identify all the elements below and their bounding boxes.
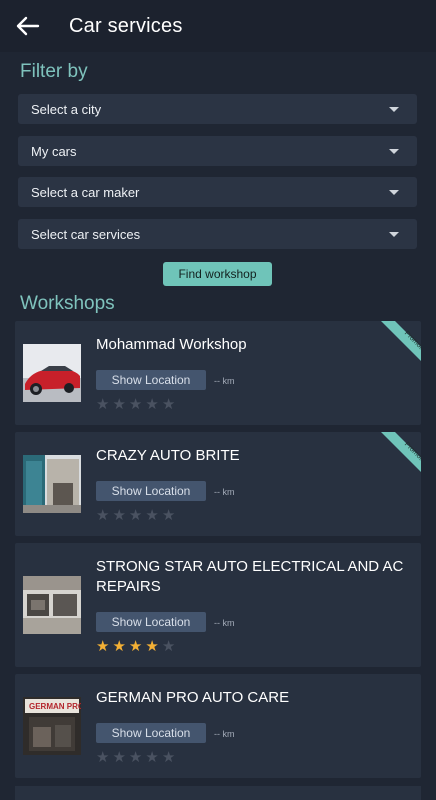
star-icon: ★ bbox=[145, 396, 159, 413]
star-icon: ★ bbox=[161, 749, 176, 766]
workshop-thumbnail bbox=[23, 576, 81, 634]
workshop-card[interactable]: STRONG STAR AUTO ELECTRICAL AND AC REPAI… bbox=[15, 543, 421, 667]
star-icon: ★ bbox=[112, 749, 126, 766]
workshop-card[interactable]: Mohammad Workshop Show Location -- km ★ ★… bbox=[15, 321, 421, 425]
filter-heading: Filter by bbox=[20, 61, 88, 82]
show-location-button[interactable]: Show Location bbox=[96, 723, 206, 743]
distance-text: -- km bbox=[214, 729, 235, 739]
star-icon: ★ bbox=[96, 638, 110, 655]
workshops-heading: Workshops bbox=[20, 293, 115, 314]
workshop-thumbnail bbox=[23, 344, 81, 402]
show-location-button[interactable]: Show Location bbox=[96, 612, 206, 632]
promoted-ribbon: Promoted bbox=[381, 321, 421, 361]
my-cars-select[interactable]: My cars bbox=[18, 136, 417, 166]
workshop-card[interactable]: GERMAN PRO GERMAN PRO AUTO CARE Show Loc… bbox=[15, 674, 421, 778]
star-icon: ★ bbox=[128, 507, 143, 524]
promoted-ribbon: Promoted bbox=[381, 432, 421, 472]
star-icon: ★ bbox=[128, 638, 143, 655]
star-icon: ★ bbox=[128, 396, 143, 413]
show-location-button[interactable]: Show Location bbox=[96, 370, 206, 390]
workshop-name: Mohammad Workshop bbox=[96, 336, 247, 353]
star-icon: ★ bbox=[145, 749, 159, 766]
star-icon: ★ bbox=[145, 638, 159, 655]
my-cars-select-label: My cars bbox=[31, 144, 77, 159]
back-arrow-icon[interactable] bbox=[14, 14, 40, 38]
dropdown-caret-icon bbox=[389, 190, 399, 195]
rating-stars: ★ ★ ★ ★ ★ bbox=[96, 749, 176, 766]
star-icon: ★ bbox=[96, 396, 110, 413]
city-select[interactable]: Select a city bbox=[18, 94, 417, 124]
workshop-name: GERMAN PRO AUTO CARE bbox=[96, 689, 290, 706]
rating-stars: ★ ★ ★ ★ ★ bbox=[96, 507, 176, 524]
workshop-thumbnail: GERMAN PRO bbox=[23, 697, 81, 755]
dropdown-caret-icon bbox=[389, 232, 399, 237]
star-icon: ★ bbox=[161, 396, 176, 413]
shop-sign-text: GERMAN PRO bbox=[29, 702, 81, 711]
car-services-select[interactable]: Select car services bbox=[18, 219, 417, 249]
car-maker-select[interactable]: Select a car maker bbox=[18, 177, 417, 207]
car-services-select-label: Select car services bbox=[31, 227, 141, 242]
workshop-name: CRAZY AUTO BRITE bbox=[96, 447, 240, 464]
city-select-label: Select a city bbox=[31, 102, 102, 117]
rating-stars: ★ ★ ★ ★ ★ bbox=[96, 396, 176, 413]
star-icon: ★ bbox=[112, 507, 126, 524]
distance-text: -- km bbox=[214, 487, 235, 497]
dropdown-caret-icon bbox=[389, 107, 399, 112]
show-location-button[interactable]: Show Location bbox=[96, 481, 206, 501]
star-icon: ★ bbox=[112, 638, 126, 655]
star-icon: ★ bbox=[145, 507, 159, 524]
star-icon: ★ bbox=[161, 507, 176, 524]
star-icon: ★ bbox=[128, 749, 143, 766]
page-title: Car services bbox=[69, 15, 183, 37]
star-icon: ★ bbox=[96, 507, 110, 524]
rating-stars: ★ ★ ★ ★ ★ bbox=[96, 638, 176, 655]
workshop-card-partial[interactable] bbox=[15, 786, 421, 800]
star-icon: ★ bbox=[96, 749, 110, 766]
car-maker-select-label: Select a car maker bbox=[31, 185, 140, 200]
star-icon: ★ bbox=[112, 396, 126, 413]
distance-text: -- km bbox=[214, 376, 235, 386]
dropdown-caret-icon bbox=[389, 149, 399, 154]
workshop-name: STRONG STAR AUTO ELECTRICAL AND AC REPAI… bbox=[96, 558, 404, 595]
find-workshop-button[interactable]: Find workshop bbox=[163, 262, 272, 286]
workshop-thumbnail bbox=[23, 455, 81, 513]
app-bar: Car services bbox=[0, 0, 436, 52]
workshop-card[interactable]: CRAZY AUTO BRITE Show Location -- km ★ ★ ★… bbox=[15, 432, 421, 536]
star-icon: ★ bbox=[161, 638, 176, 655]
distance-text: -- km bbox=[214, 618, 235, 628]
